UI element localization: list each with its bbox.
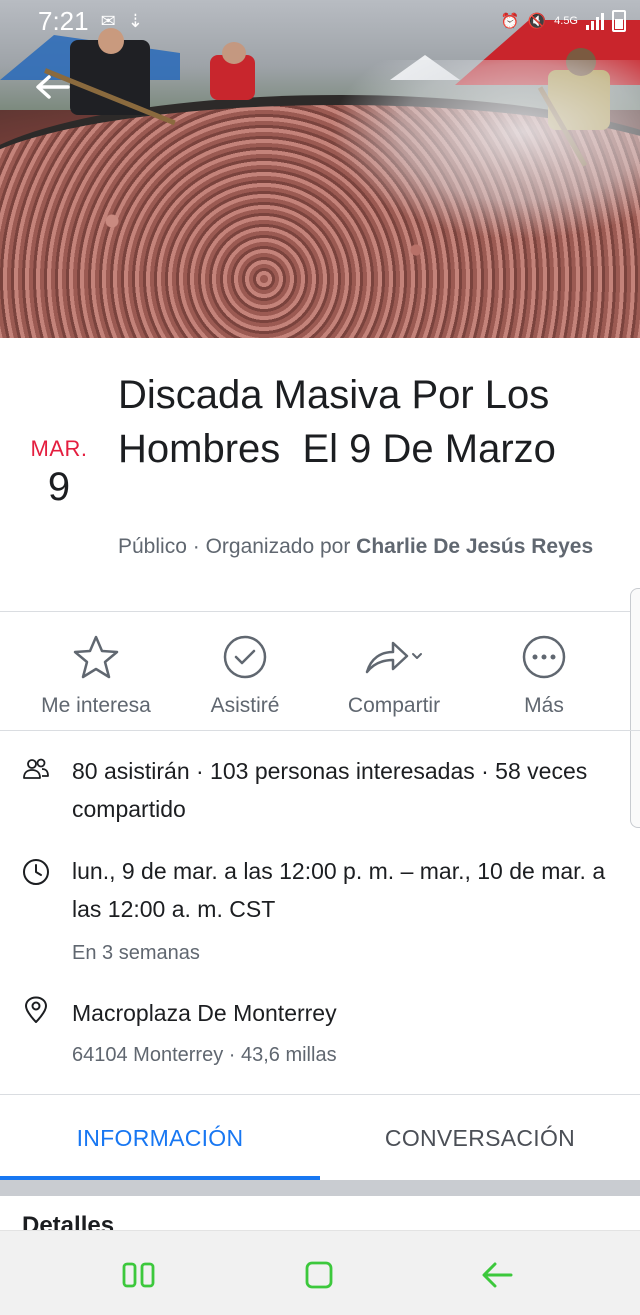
star-icon — [73, 635, 119, 679]
datetime-row[interactable]: lun., 9 de mar. a las 12:00 p. m. – mar.… — [0, 852, 640, 972]
more-button[interactable]: Más — [494, 632, 594, 718]
share-icon — [365, 641, 422, 674]
back-arrow-icon — [36, 75, 70, 99]
cover-steam — [330, 60, 640, 240]
event-organizer-prefix: Organizado por — [205, 535, 351, 558]
datetime-text: lun., 9 de mar. a las 12:00 p. m. – mar.… — [72, 858, 606, 922]
event-tabs: INFORMACIÓN CONVERSACIÓN — [0, 1096, 640, 1180]
back-button[interactable] — [34, 72, 70, 102]
going-button[interactable]: Asistiré — [185, 632, 305, 718]
divider — [0, 1094, 640, 1095]
cover-person-head — [222, 42, 246, 64]
notification-icon: ⇣ — [127, 10, 143, 31]
alarm-icon: ⏰ — [500, 13, 520, 30]
going-label: Asistiré — [210, 694, 280, 717]
share-label: Compartir — [347, 694, 441, 717]
home-icon — [305, 1261, 333, 1289]
location-detail: 64104 Monterrey · 43,6 millas — [72, 1044, 337, 1066]
divider — [0, 730, 640, 731]
status-bar: 7:21 ✉ ⇣ ⏰ 🔇 4.5G — [0, 0, 640, 42]
event-cover-photo[interactable] — [0, 0, 640, 338]
mail-icon: ✉ — [100, 10, 116, 31]
section-separator — [0, 1180, 640, 1196]
clock-icon — [23, 859, 49, 885]
recent-apps-button[interactable] — [119, 1259, 159, 1291]
event-date-month: MAR. — [30, 436, 88, 461]
interested-button[interactable]: Me interesa — [28, 632, 164, 718]
event-action-bar: Me interesa Asistiré Compartir Más — [0, 612, 640, 730]
system-back-button[interactable] — [477, 1259, 517, 1291]
tab-informacion[interactable]: INFORMACIÓN — [0, 1096, 320, 1180]
people-icon — [23, 758, 49, 779]
mute-icon: 🔇 — [527, 13, 547, 30]
event-privacy: Público — [118, 535, 187, 558]
location-row[interactable]: Macroplaza De Monterrey 64104 Monterrey … — [0, 994, 640, 1074]
attendance-text: 80 asistirán · 103 personas interesadas … — [72, 758, 588, 822]
details-heading: Detalles — [22, 1212, 115, 1232]
battery-icon — [612, 10, 626, 32]
status-time: 7:21 — [38, 5, 89, 36]
network-type: 4.5G — [554, 15, 578, 27]
meta-separator: · — [192, 535, 206, 558]
event-date-day: 9 — [47, 465, 71, 509]
datetime-relative: En 3 semanas — [72, 942, 200, 964]
back-arrow-icon — [482, 1262, 513, 1288]
location-pin-icon — [25, 996, 47, 1023]
signal-icon — [586, 12, 604, 30]
event-title: Discada Masiva Por Los Hombres El 9 De M… — [118, 373, 561, 471]
interested-label: Me interesa — [41, 694, 151, 717]
home-button[interactable] — [299, 1259, 339, 1291]
recent-apps-icon — [122, 1262, 155, 1288]
status-right: ⏰ 🔇 4.5G — [501, 10, 626, 32]
more-label: Más — [524, 694, 564, 717]
system-navigation-bar — [0, 1230, 640, 1315]
event-meta: Público · Organizado por Charlie De Jesú… — [118, 530, 618, 564]
location-name: Macroplaza De Monterrey — [72, 1000, 337, 1026]
check-circle-icon — [223, 635, 267, 679]
more-icon — [522, 635, 566, 679]
tab-conversacion[interactable]: CONVERSACIÓN — [320, 1096, 640, 1180]
attendance-row[interactable]: 80 asistirán · 103 personas interesadas … — [0, 752, 640, 832]
share-button[interactable]: Compartir — [330, 632, 458, 718]
event-date: MAR. 9 — [30, 436, 88, 510]
event-organizer-link[interactable]: Charlie De Jesús Reyes — [356, 535, 593, 558]
